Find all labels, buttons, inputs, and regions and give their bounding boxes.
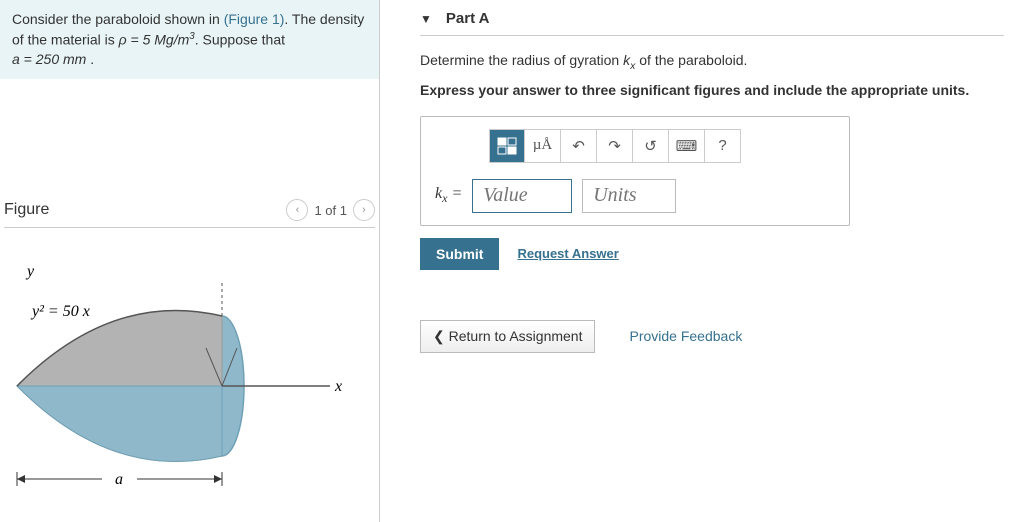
a-dimension-label: a: [115, 471, 123, 488]
problem-text-3: . Suppose that: [195, 31, 285, 47]
answer-variable: kx =: [435, 185, 462, 206]
units-input[interactable]: [582, 179, 676, 213]
figure-prev-button[interactable]: ‹: [286, 199, 308, 221]
problem-period: .: [86, 51, 94, 67]
figure-next-button[interactable]: ›: [353, 199, 375, 221]
figure-nav-count: 1 of 1: [314, 203, 347, 218]
problem-text-1: Consider the paraboloid shown in: [12, 11, 224, 27]
question-text: Determine the radius of gyration kx of t…: [420, 52, 1004, 72]
provide-feedback-link[interactable]: Provide Feedback: [629, 328, 742, 344]
rho-expression: ρ = 5 Mg/m: [119, 31, 190, 47]
redo-button[interactable]: ↷: [597, 129, 633, 163]
templates-button[interactable]: [489, 129, 525, 163]
help-button[interactable]: ?: [705, 129, 741, 163]
return-button[interactable]: ❮ Return to Assignment: [420, 320, 595, 353]
collapse-icon: ▼: [420, 12, 432, 26]
reset-button[interactable]: ↺: [633, 129, 669, 163]
answer-container: µÅ ↶ ↷ ↺ ⌨ ? kx =: [420, 116, 850, 226]
figure-link[interactable]: (Figure 1): [224, 11, 285, 27]
undo-button[interactable]: ↶: [561, 129, 597, 163]
answer-instruction: Express your answer to three significant…: [420, 82, 1004, 98]
units-button[interactable]: µÅ: [525, 129, 561, 163]
problem-statement: Consider the paraboloid shown in (Figure…: [0, 0, 379, 79]
part-title: Part A: [446, 10, 490, 27]
x-axis-label: x: [334, 378, 342, 395]
y-axis-label: y: [25, 263, 35, 280]
part-header[interactable]: ▼ Part A: [420, 6, 1004, 36]
parabola-equation: y² = 50 x: [30, 303, 90, 320]
a-expression: a = 250 mm: [12, 51, 86, 67]
submit-button[interactable]: Submit: [420, 238, 499, 270]
keyboard-button[interactable]: ⌨: [669, 129, 705, 163]
figure-heading: Figure: [4, 201, 49, 219]
figure-image: y y² = 50 x x: [4, 248, 375, 501]
request-answer-link[interactable]: Request Answer: [517, 246, 618, 261]
formula-toolbar: µÅ ↶ ↷ ↺ ⌨ ?: [489, 129, 835, 163]
value-input[interactable]: [472, 179, 572, 213]
